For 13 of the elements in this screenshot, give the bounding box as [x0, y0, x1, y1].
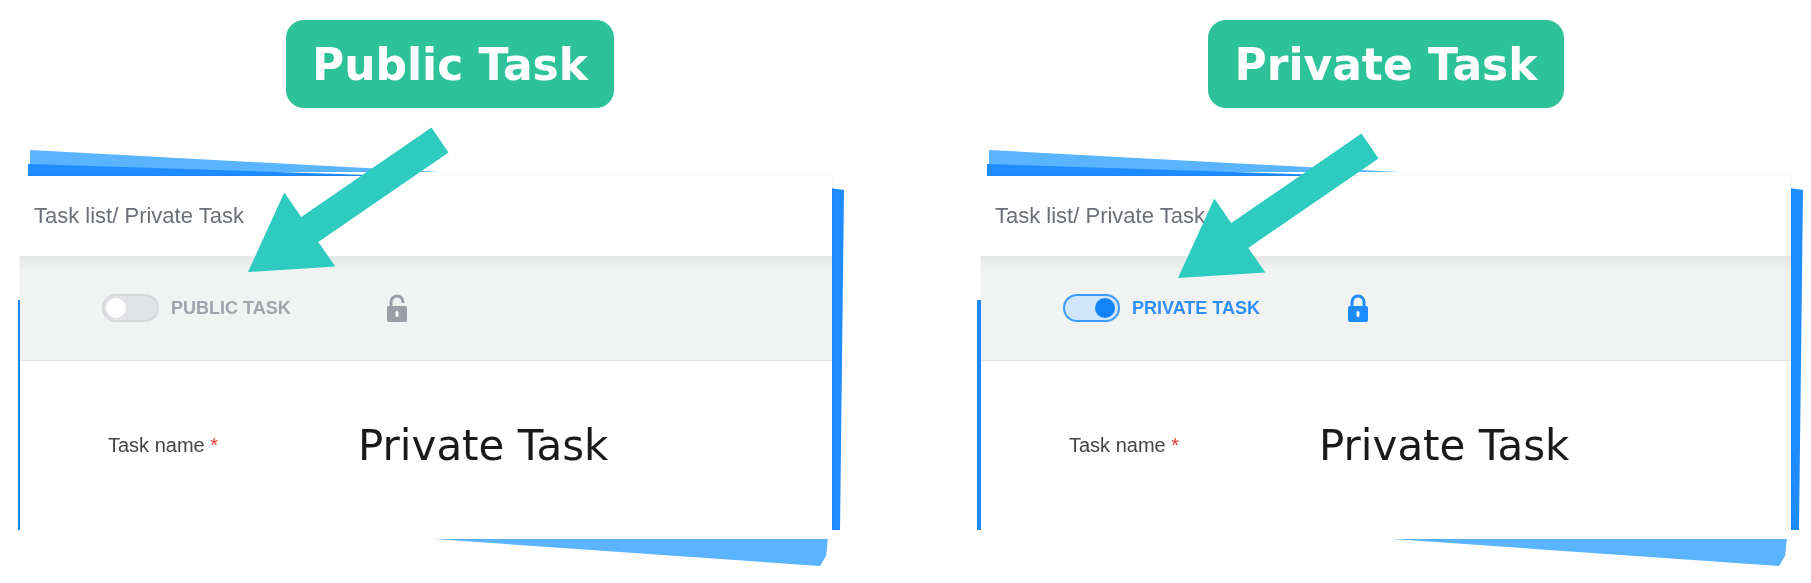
breadcrumb: Task list/ Private Task [34, 203, 244, 229]
field-label: Task name * [108, 433, 220, 457]
task-name-value: Private Task [1319, 420, 1570, 470]
task-name-value: Private Task [358, 420, 609, 470]
callout-badge: Public Task [285, 20, 615, 108]
callout-badge: Private Task [1208, 20, 1564, 108]
unlocked-padlock-icon [386, 294, 408, 322]
privacy-toggle[interactable] [1063, 294, 1120, 322]
breadcrumb: Task list/ Private Task [995, 203, 1205, 229]
locked-padlock-icon [1347, 294, 1369, 322]
field-label: Task name * [1069, 433, 1181, 457]
privacy-label: PRIVATE TASK [1132, 297, 1261, 319]
privacy-label: PUBLIC TASK [171, 297, 292, 319]
